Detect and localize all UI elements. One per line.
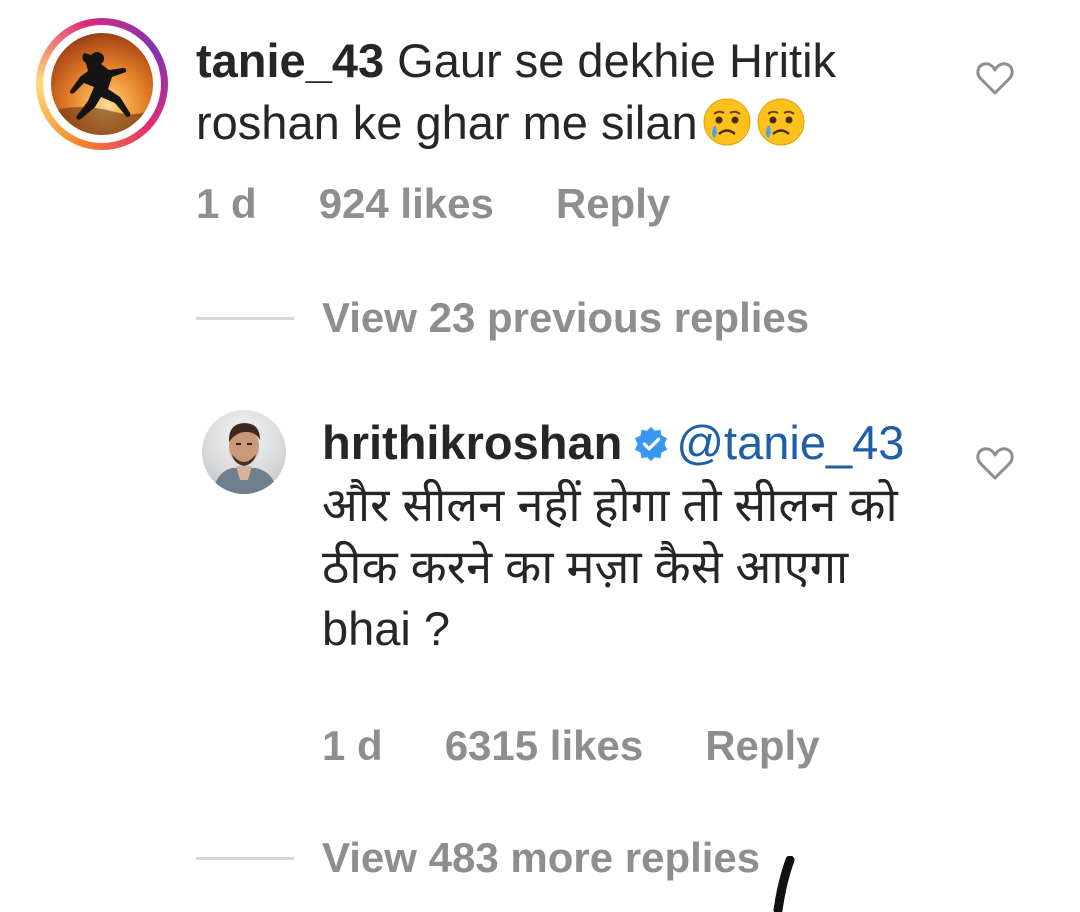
reply-meta: 1 d 6315 likes Reply [322,722,882,770]
jumping-person-silhouette [51,52,153,135]
avatar-hrithikroshan[interactable] [202,410,286,494]
comment-time: 1 d [196,180,257,227]
like-heart-icon[interactable] [976,60,1014,96]
reply-username[interactable]: hrithikroshan [322,416,622,469]
view-more-replies-label[interactable]: View 483 more replies [322,834,760,882]
view-previous-replies-label[interactable]: View 23 previous replies [322,294,809,342]
story-ring[interactable] [36,18,168,150]
crying-face-icon [757,98,805,146]
profile-photo [212,423,278,494]
comment-body: tanie_43 Gaur se dekhie Hritik roshan ke… [196,30,936,154]
like-heart-icon[interactable] [976,445,1014,481]
reply-time: 1 d [322,722,383,769]
avatar-tanie[interactable] [51,33,153,135]
divider [196,856,294,860]
view-more-replies[interactable]: View 483 more replies [196,834,760,882]
divider [196,316,294,320]
comment-likes[interactable]: 924 likes [319,180,494,228]
verified-badge-icon [635,426,668,462]
pen-stroke-mark [773,856,795,912]
reply-text: और सीलन नहीं होगा तो सीलन को ठीक करने का… [322,478,898,655]
reply-likes[interactable]: 6315 likes [445,722,644,770]
view-previous-replies[interactable]: View 23 previous replies [196,294,809,342]
crying-face-icon [703,98,751,146]
reply-reply-button[interactable]: Reply [705,722,819,770]
comment-meta: 1 d 924 likes Reply [196,180,732,228]
reply-mention-link[interactable]: @tanie_43 [676,416,904,469]
comment-username[interactable]: tanie_43 [196,34,384,87]
reply-body: hrithikroshan @tanie_43 और सीलन नहीं होग… [322,412,922,660]
comment-reply-button[interactable]: Reply [556,180,670,228]
